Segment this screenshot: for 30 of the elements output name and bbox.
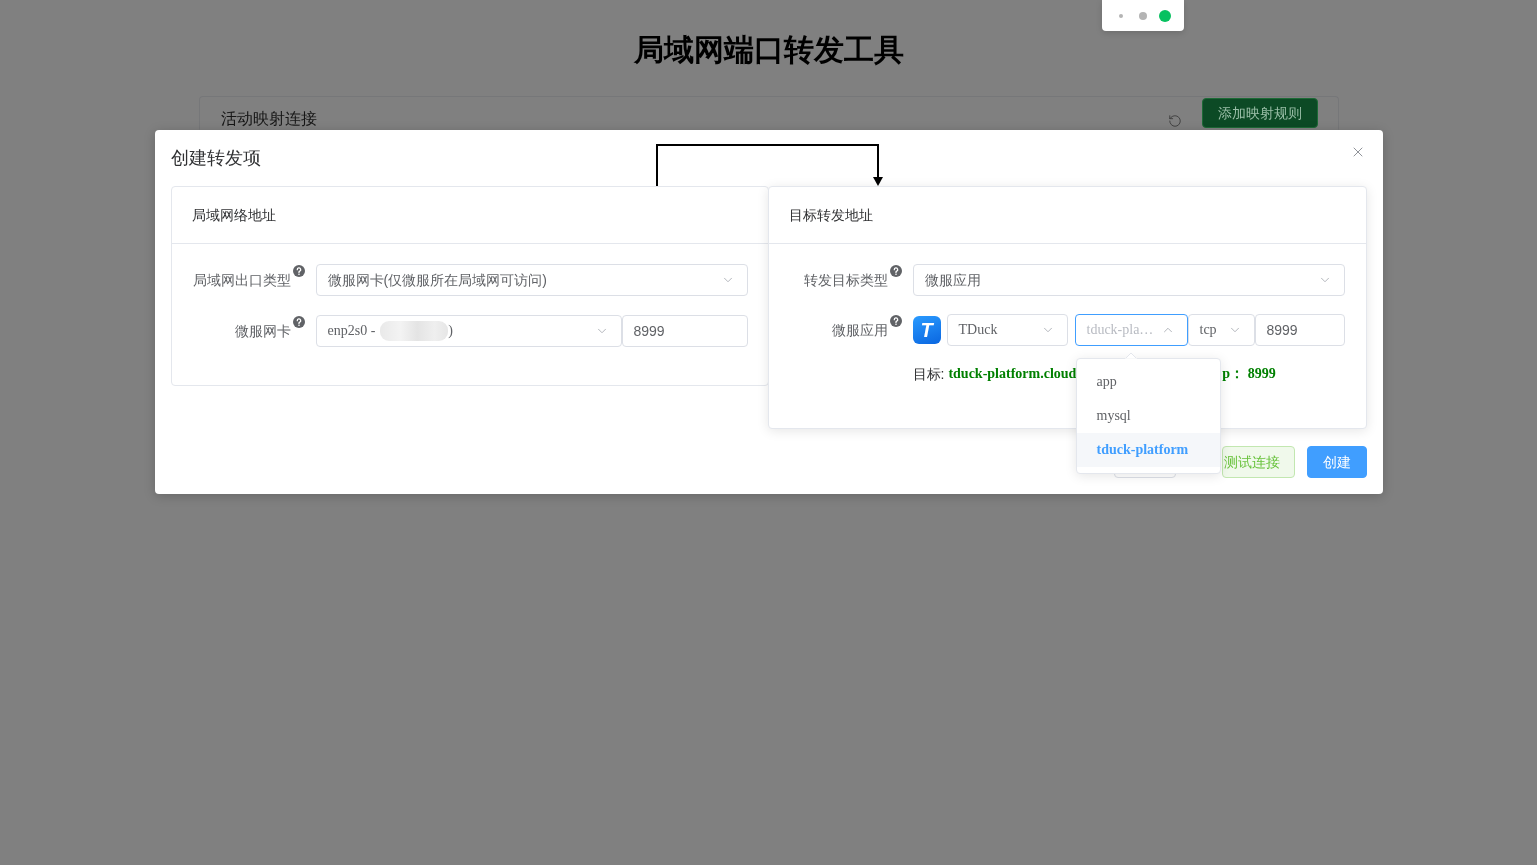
panel-title: 目标转发地址 — [788, 206, 873, 225]
dialog-title: 创建转发项 — [170, 147, 261, 170]
help-icon — [292, 316, 305, 328]
page-title: 局域网端口转发工具 — [633, 32, 904, 68]
select-field[interactable]: enp2s0 - ) — [315, 315, 622, 347]
help-icon — [292, 265, 305, 277]
target-host: tduck-platform.cloud — [948, 365, 1077, 383]
dropdown-option[interactable]: mysql — [1076, 399, 1220, 433]
select-field[interactable]: tcp — [1187, 314, 1255, 346]
card-title: 活动映射连接 — [220, 109, 317, 129]
help-icon — [889, 265, 902, 277]
blurred-block — [380, 321, 449, 341]
refresh-icon[interactable] — [1167, 114, 1182, 128]
target-port: p： 8999 — [1222, 365, 1276, 383]
select-field[interactable]: TDuck — [946, 314, 1068, 346]
help-icon — [889, 315, 902, 327]
select-field[interactable]: 微服应用 — [912, 264, 1345, 296]
target-label: 目标: — [912, 365, 945, 384]
field-label: 微服应用 — [831, 321, 888, 340]
port-input[interactable]: 8999 — [621, 315, 748, 347]
field-label: 局域网出口类型 — [192, 271, 291, 290]
add-rule-button[interactable]: 添加映射规则 — [1201, 98, 1318, 128]
field-label: 微服网卡 — [234, 322, 291, 341]
field-label: 转发目标类型 — [803, 271, 888, 290]
app-logo: T — [912, 316, 941, 344]
dropdown-option[interactable]: app — [1076, 365, 1220, 399]
select-field[interactable]: 微服网卡(仅微服所在局域网可访问) — [315, 264, 748, 296]
panel-title: 局域网络地址 — [191, 206, 276, 225]
dots-icon — [1119, 9, 1171, 22]
port-input[interactable]: 8999 — [1254, 314, 1345, 346]
